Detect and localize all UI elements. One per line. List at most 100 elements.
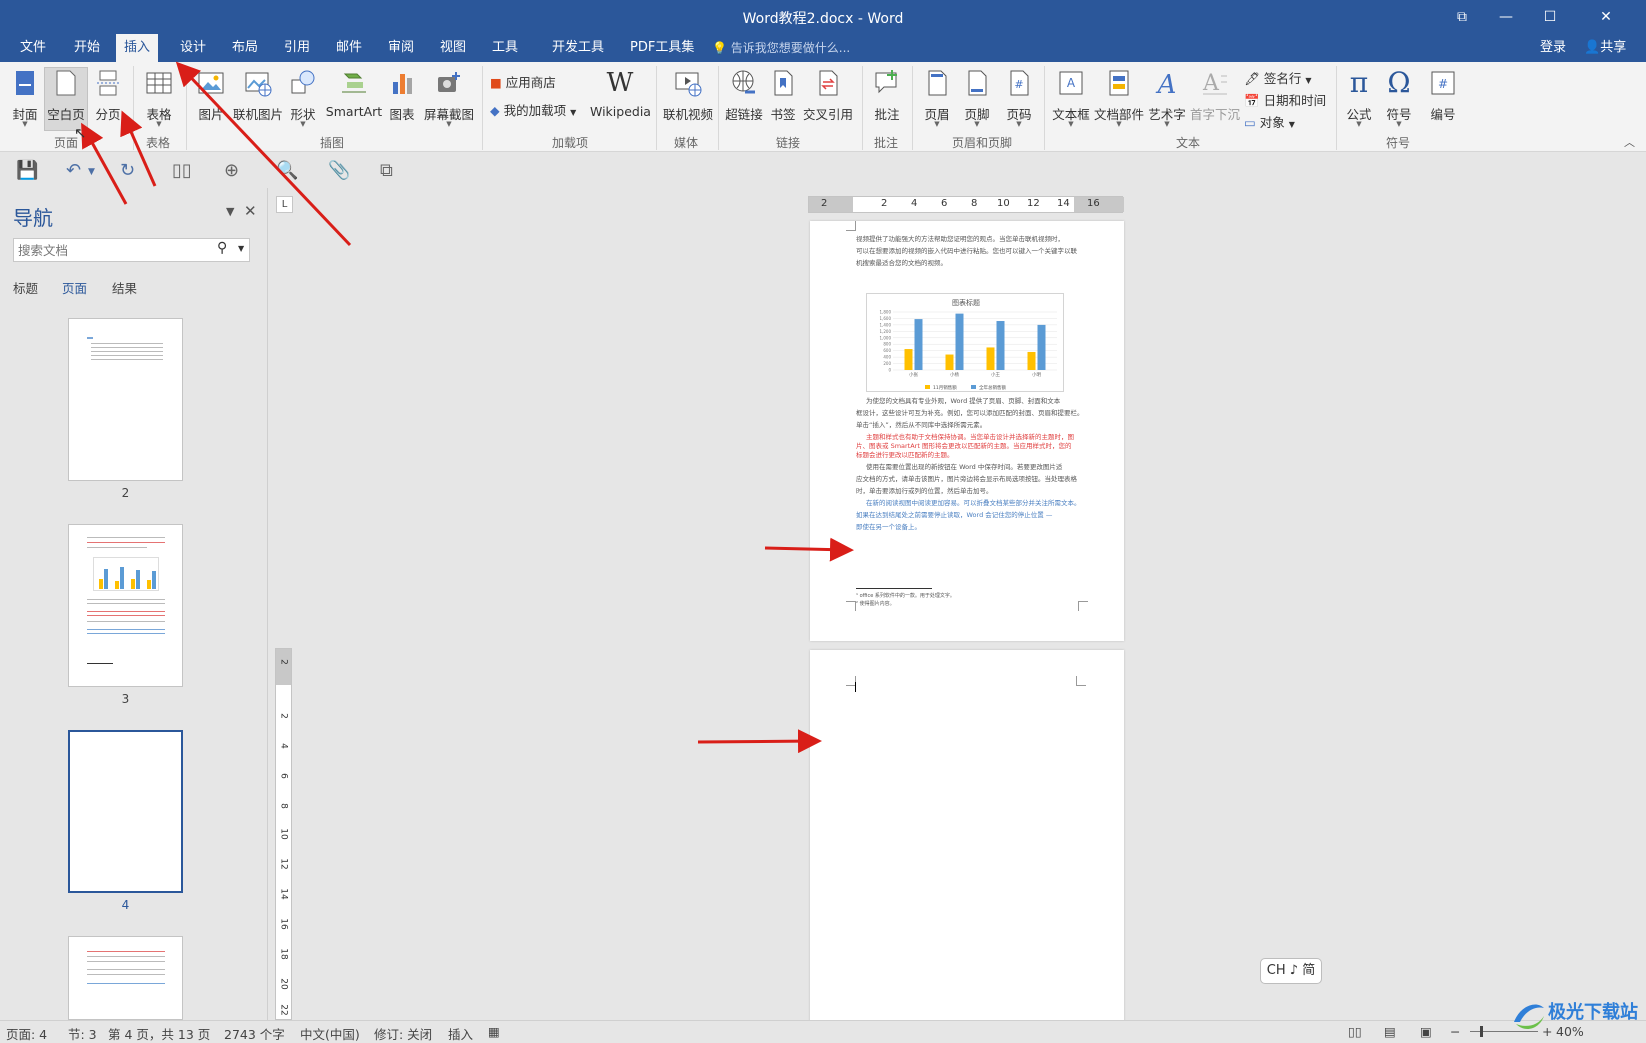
maximize-button[interactable]: ☐ xyxy=(1528,4,1572,30)
vertical-ruler[interactable]: 2 2 4 6 8 10 12 14 16 18 20 22 xyxy=(275,648,292,1020)
attach-icon[interactable]: 📎 xyxy=(328,160,350,181)
web-layout-icon[interactable]: ▣ xyxy=(1420,1024,1432,1039)
status-section[interactable]: 节: 3 xyxy=(68,1024,97,1043)
minimize-button[interactable]: — xyxy=(1484,4,1528,30)
collapse-ribbon-icon[interactable]: ︿ xyxy=(1624,134,1635,150)
page-thumbnail[interactable] xyxy=(68,318,183,481)
equation-button[interactable]: π 公式 ▼ xyxy=(1342,68,1376,129)
date-time-button[interactable]: 📅 日期和时间 xyxy=(1244,90,1326,109)
status-page-count[interactable]: 第 4 页，共 13 页 xyxy=(108,1024,210,1043)
table-button[interactable]: 表格 ▼ xyxy=(142,68,176,128)
document-page-blank[interactable] xyxy=(810,650,1124,1022)
status-language[interactable]: 中文(中国) xyxy=(300,1024,360,1043)
tab-view[interactable]: 视图 xyxy=(432,34,474,62)
nav-tab-results[interactable]: 结果 xyxy=(112,278,137,297)
tab-stop-selector[interactable]: L xyxy=(276,196,293,213)
share-button[interactable]: 👤共享 xyxy=(1584,34,1626,62)
macro-record-icon[interactable]: ▦ xyxy=(488,1024,500,1039)
wikipedia-icon: W xyxy=(606,68,634,98)
tab-layout[interactable]: 布局 xyxy=(224,34,266,62)
tab-home[interactable]: 开始 xyxy=(66,34,108,62)
tab-review[interactable]: 审阅 xyxy=(380,34,422,62)
nav-close-icon[interactable]: ✕ xyxy=(244,202,257,220)
nav-menu-icon[interactable]: ▼ xyxy=(226,205,234,218)
blank-page-button[interactable]: 空白页 xyxy=(44,67,88,131)
page-thumbnail[interactable] xyxy=(68,524,183,687)
web-layout-icon[interactable]: ⊕ xyxy=(224,160,239,181)
status-page[interactable]: 页面: 4 xyxy=(6,1024,47,1043)
shapes-button[interactable]: 形状 ▼ xyxy=(288,68,318,128)
legend-swatch xyxy=(925,385,930,389)
customize-icon[interactable]: ⧉ xyxy=(380,160,393,181)
undo-icon[interactable]: ↶ xyxy=(66,160,81,181)
status-insert-mode[interactable]: 插入 xyxy=(448,1024,473,1043)
quick-parts-button[interactable]: 文档部件 ▼ xyxy=(1094,68,1144,128)
shapes-icon xyxy=(291,70,315,94)
save-icon[interactable]: 💾 xyxy=(16,160,38,181)
tab-insert[interactable]: 插入 xyxy=(116,34,159,62)
undo-dropdown-icon[interactable]: ▼ xyxy=(88,167,95,177)
store-button[interactable]: ■ 应用商店 xyxy=(490,72,556,91)
cross-reference-button[interactable]: 交叉引用 xyxy=(802,68,854,123)
screenshot-button[interactable]: 屏幕截图 ▼ xyxy=(422,68,476,128)
bookmark-button[interactable]: 书签 xyxy=(768,68,798,123)
tab-tools[interactable]: 工具 xyxy=(484,34,526,62)
tab-references[interactable]: 引用 xyxy=(276,34,318,62)
redo-icon[interactable]: ↻ xyxy=(120,160,135,181)
smartart-button[interactable]: SmartArt xyxy=(324,68,384,119)
tab-pdf-tools[interactable]: PDF工具集 xyxy=(622,34,702,62)
pictures-button[interactable]: 图片 xyxy=(194,68,228,123)
online-pictures-button[interactable]: 联机图片 xyxy=(232,68,284,123)
search-icon[interactable]: ⚲ xyxy=(217,240,227,256)
chart-button[interactable]: 图表 xyxy=(388,68,416,123)
hyperlink-button[interactable]: 超链接 xyxy=(724,68,764,123)
svg-text:A: A xyxy=(1202,71,1220,96)
symbol-button[interactable]: Ω 符号 ▼ xyxy=(1382,68,1416,129)
tab-design[interactable]: 设计 xyxy=(172,34,214,62)
print-layout-icon[interactable]: ▤ xyxy=(1384,1024,1396,1039)
status-word-count[interactable]: 2743 个字 xyxy=(224,1024,285,1043)
read-mode-icon[interactable]: ▯▯ xyxy=(1348,1024,1362,1039)
document-page[interactable]: 视频提供了功能强大的方法帮助您证明您的观点。当您单击联机视频时， 可以在想要添加… xyxy=(810,221,1124,641)
numbering-button[interactable]: # 编号 xyxy=(1426,68,1460,123)
nav-search-input[interactable] xyxy=(13,238,250,262)
tab-file[interactable]: 文件 xyxy=(12,34,54,62)
header-button[interactable]: 页眉 ▼ xyxy=(922,68,952,128)
page-break-button[interactable]: 分页 xyxy=(92,68,124,123)
page-thumbnail-selected[interactable] xyxy=(68,730,183,893)
zoom-thumb[interactable] xyxy=(1480,1026,1483,1037)
group-media-label: 媒体 xyxy=(674,136,699,150)
wikipedia-button[interactable]: W Wikipedia xyxy=(590,68,651,119)
tab-mailings[interactable]: 邮件 xyxy=(328,34,370,62)
cover-page-button[interactable]: 封面 ▼ xyxy=(8,68,42,128)
status-track-changes[interactable]: 修订: 关闭 xyxy=(374,1024,432,1043)
search-dropdown-icon[interactable]: ▼ xyxy=(238,244,244,253)
wordart-button[interactable]: A 艺术字 ▼ xyxy=(1148,68,1186,128)
page-number-button[interactable]: # 页码 ▼ xyxy=(1004,68,1034,128)
nav-tab-pages[interactable]: 页面 xyxy=(62,278,87,297)
drop-cap-button[interactable]: A 首字下沉 xyxy=(1190,68,1240,123)
object-button[interactable]: ▭ 对象 ▼ xyxy=(1244,112,1295,131)
tell-me-search[interactable]: 💡 告诉我您想要做什么... xyxy=(712,34,850,62)
group-links-label: 链接 xyxy=(776,136,801,150)
my-addins-button[interactable]: ◆ 我的加载项 ▼ xyxy=(490,100,576,119)
read-mode-icon[interactable]: ▯▯ xyxy=(172,160,192,181)
online-video-button[interactable]: 联机视频 xyxy=(662,68,714,123)
nav-tab-headings[interactable]: 标题 xyxy=(13,278,38,297)
tab-developer[interactable]: 开发工具 xyxy=(544,34,612,62)
ime-indicator[interactable]: CH ♪ 简 xyxy=(1260,958,1322,984)
zoom-out-icon[interactable]: − xyxy=(1450,1024,1460,1039)
horizontal-ruler[interactable]: 2 2 4 6 8 10 12 14 16 xyxy=(808,196,1124,213)
embedded-chart[interactable]: 图表标题 1,800 1,600 1,400 1,200 1,000 800 600 400 2… xyxy=(866,293,1064,392)
group-illustrations-label: 插图 xyxy=(320,136,345,150)
close-button[interactable]: ✕ xyxy=(1584,4,1628,30)
ribbon-display-options-button[interactable]: ⧉ xyxy=(1440,4,1484,30)
footer-button[interactable]: 页脚 ▼ xyxy=(962,68,992,128)
login-link[interactable]: 登录 xyxy=(1540,34,1566,62)
page-thumbnail[interactable] xyxy=(68,936,183,1020)
comment-button[interactable]: 批注 xyxy=(870,68,904,123)
screenshot-icon xyxy=(438,72,460,92)
signature-line-button[interactable]: 🖋 签名行 ▼ xyxy=(1244,68,1312,87)
preview-icon[interactable]: 🔍 xyxy=(276,160,298,181)
text-box-button[interactable]: A 文本框 ▼ xyxy=(1052,68,1090,128)
